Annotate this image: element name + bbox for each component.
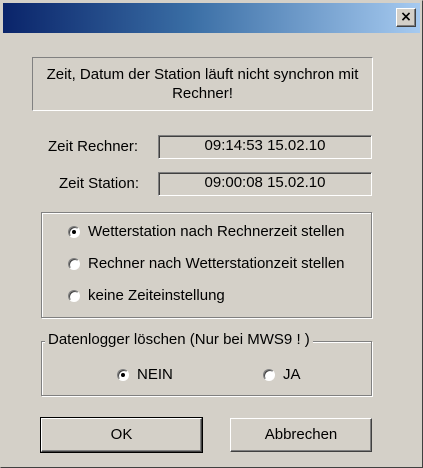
radio-set-station-to-computer[interactable]: Wetterstation nach Rechnerzeit stellen <box>68 223 345 240</box>
radio-set-computer-to-station[interactable]: Rechner nach Wetterstationzeit stellen <box>68 255 345 272</box>
warning-message: Zeit, Datum der Station läuft nicht sync… <box>46 66 359 102</box>
radio-datalogger-nein[interactable]: NEIN <box>117 366 173 383</box>
close-button[interactable]: × <box>396 8 416 27</box>
radio-circle[interactable] <box>68 225 80 238</box>
time-sync-dialog: × Zeit, Datum der Station läuft nicht sy… <box>0 0 423 468</box>
cancel-button[interactable]: Abbrechen <box>230 418 372 452</box>
radio-circle[interactable] <box>263 368 275 381</box>
warning-message-box: Zeit, Datum der Station läuft nicht sync… <box>32 57 373 111</box>
radio-label: JA <box>283 366 301 383</box>
computer-time-field: 09:14:53 15.02.10 <box>158 135 372 159</box>
datalogger-group <box>41 341 372 396</box>
radio-label: Wetterstation nach Rechnerzeit stellen <box>88 223 345 240</box>
ok-button[interactable]: OK <box>40 417 203 453</box>
radio-circle[interactable] <box>117 368 129 381</box>
station-time-field: 09:00:08 15.02.10 <box>158 172 372 196</box>
title-bar[interactable]: × <box>3 3 420 33</box>
radio-label: keine Zeiteinstellung <box>88 287 225 304</box>
radio-no-time-setting[interactable]: keine Zeiteinstellung <box>68 287 225 304</box>
radio-label: NEIN <box>137 366 173 383</box>
radio-datalogger-ja[interactable]: JA <box>263 366 301 383</box>
station-time-label: Zeit Station: <box>59 175 140 192</box>
radio-circle[interactable] <box>68 257 80 270</box>
radio-circle[interactable] <box>68 289 80 302</box>
close-icon: × <box>400 9 412 25</box>
computer-time-label: Zeit Rechner: <box>48 138 139 155</box>
radio-label: Rechner nach Wetterstationzeit stellen <box>88 255 345 272</box>
datalogger-legend: Datenlogger löschen (Nur bei MWS9 ! ) <box>45 331 313 348</box>
